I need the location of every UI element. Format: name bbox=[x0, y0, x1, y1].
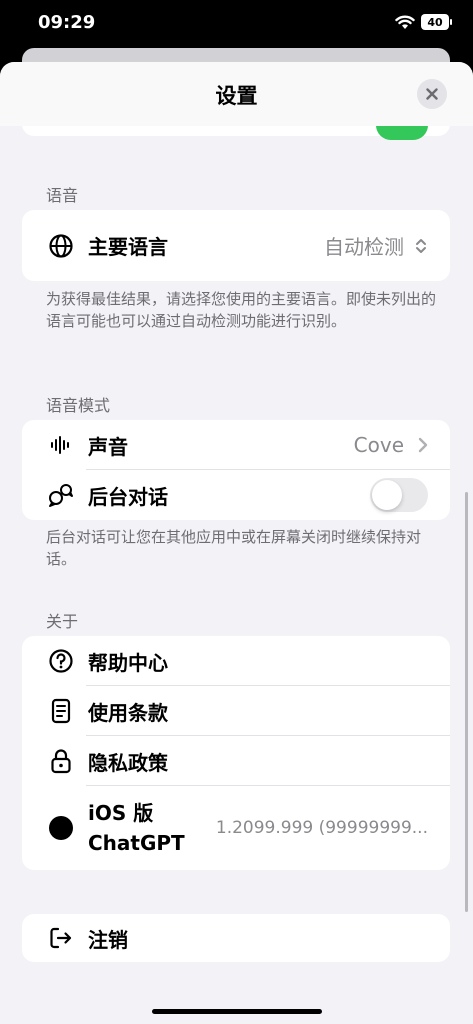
settings-sheet: 设置 语音 主要语言 自动检测 为获得最佳结果，请选择您使用的主要语言。即使未列… bbox=[0, 62, 473, 1024]
openai-logo-icon bbox=[46, 813, 76, 843]
voice-label: 声音 bbox=[88, 434, 128, 459]
background-conversation-toggle[interactable] bbox=[370, 478, 428, 512]
lock-icon bbox=[46, 746, 76, 776]
help-center-row[interactable]: 帮助中心 bbox=[22, 636, 450, 686]
voice-row[interactable]: 声音 Cove bbox=[22, 420, 450, 470]
question-circle-icon bbox=[46, 646, 76, 676]
waveform-icon bbox=[46, 430, 76, 460]
primary-language-row[interactable]: 主要语言 自动检测 bbox=[22, 210, 450, 281]
background-conversation-row: 后台对话 bbox=[22, 470, 450, 520]
page-title: 设置 bbox=[215, 84, 258, 108]
logout-icon bbox=[46, 923, 76, 953]
sheet-header: 设置 bbox=[0, 62, 473, 126]
voice-value: Cove bbox=[353, 433, 404, 457]
primary-language-label: 主要语言 bbox=[88, 235, 168, 259]
language-footnote: 为获得最佳结果，请选择您使用的主要语言。即使未列出的语言可能也可以通过自动检测功… bbox=[46, 290, 437, 330]
logout-label: 注销 bbox=[88, 927, 128, 952]
background-chat-icon bbox=[46, 480, 76, 510]
language-card: 主要语言 自动检测 bbox=[22, 210, 450, 281]
terms-of-use-row[interactable]: 使用条款 bbox=[22, 686, 450, 736]
about-card: 帮助中心 使用条款 隐私政策 iOS 版 ChatGPT 1.2099.999 … bbox=[22, 636, 450, 870]
close-icon bbox=[426, 88, 438, 100]
status-bar: 09:29 40 bbox=[0, 0, 473, 50]
section-header-voice-mode: 语音模式 bbox=[46, 396, 111, 415]
document-icon bbox=[46, 696, 76, 726]
up-down-chevron-icon bbox=[414, 237, 428, 255]
scroll-indicator[interactable] bbox=[465, 492, 468, 912]
home-indicator bbox=[152, 1009, 322, 1014]
version-value: 1.2099.999 (99999999... bbox=[215, 818, 428, 838]
globe-icon bbox=[46, 231, 76, 261]
wifi-icon bbox=[395, 15, 415, 29]
logout-row[interactable]: 注销 bbox=[22, 914, 450, 962]
terms-of-use-label: 使用条款 bbox=[88, 700, 168, 725]
version-label-line1: iOS 版 bbox=[88, 801, 154, 825]
voice-mode-card: 声音 Cove 后台对话 bbox=[22, 420, 450, 520]
section-header-about: 关于 bbox=[46, 612, 79, 631]
logout-card: 注销 bbox=[22, 914, 450, 962]
close-button[interactable] bbox=[417, 79, 447, 109]
privacy-policy-label: 隐私政策 bbox=[88, 750, 168, 775]
battery-icon: 40 bbox=[421, 14, 452, 30]
battery-level: 40 bbox=[427, 15, 443, 29]
version-label: iOS 版 ChatGPT bbox=[88, 798, 185, 858]
version-label-line2: ChatGPT bbox=[88, 831, 185, 855]
version-row: iOS 版 ChatGPT 1.2099.999 (99999999... bbox=[22, 786, 450, 870]
voice-mode-footnote: 后台对话可让您在其他应用中或在屏幕关闭时继续保持对话。 bbox=[46, 528, 422, 568]
primary-language-value[interactable]: 自动检测 bbox=[324, 231, 404, 260]
background-conversation-label: 后台对话 bbox=[88, 484, 168, 509]
privacy-policy-row[interactable]: 隐私政策 bbox=[22, 736, 450, 786]
help-center-label: 帮助中心 bbox=[88, 650, 168, 675]
status-time: 09:29 bbox=[38, 12, 96, 33]
section-header-language: 语音 bbox=[46, 186, 79, 205]
chevron-right-icon bbox=[418, 437, 428, 453]
